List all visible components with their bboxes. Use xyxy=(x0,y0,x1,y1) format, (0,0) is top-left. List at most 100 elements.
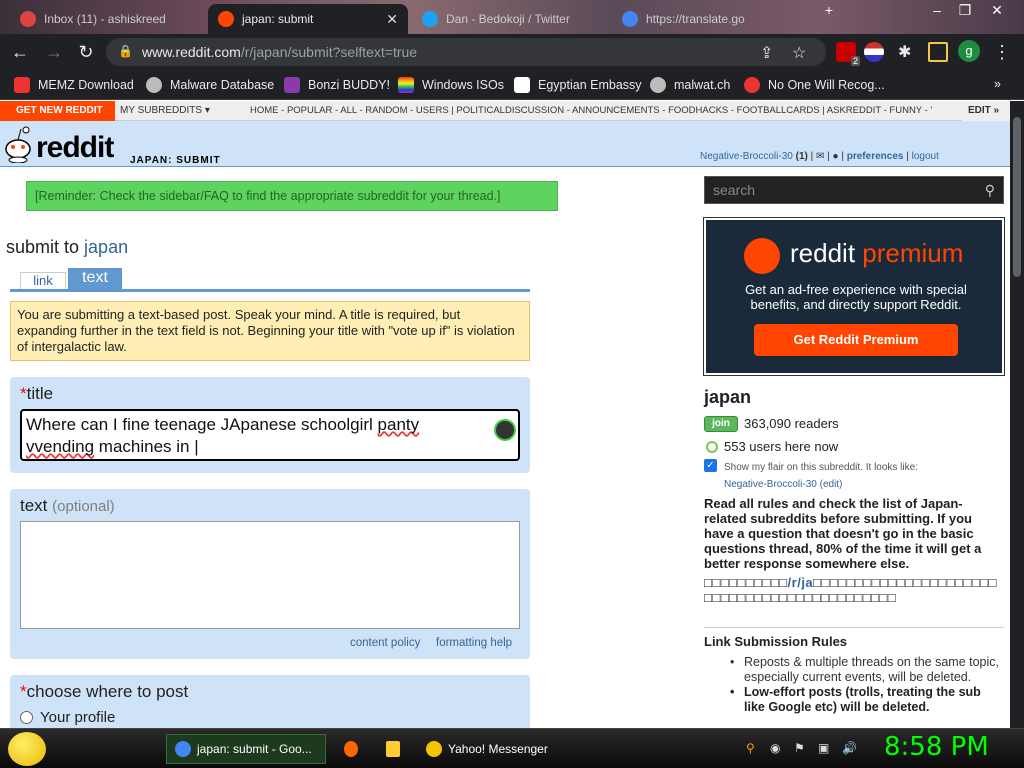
premium-ad: reddit premium Get an ad-free experience… xyxy=(703,217,1005,376)
folder-icon xyxy=(386,741,400,757)
tab-translate[interactable]: https://translate.go xyxy=(612,4,808,34)
preferences-link[interactable]: preferences xyxy=(847,151,904,162)
taskbar-firefox[interactable] xyxy=(336,734,364,764)
online-indicator-icon xyxy=(706,441,718,453)
tab-label: Dan - Bedokoji / Twitter xyxy=(446,12,570,26)
subreddit-list[interactable]: HOME - POPULAR - ALL - RANDOM - USERS | … xyxy=(250,101,960,121)
get-premium-button[interactable]: Get Reddit Premium xyxy=(754,324,958,356)
sidebar-subreddit-title[interactable]: japan xyxy=(704,387,751,408)
taskbar-item-chrome[interactable]: japan: submit - Goo... xyxy=(166,734,326,764)
snoo-logo-icon[interactable] xyxy=(4,125,32,164)
scrollbar-thumb[interactable] xyxy=(1013,117,1021,277)
ublock-extension-icon[interactable]: 2 xyxy=(836,42,860,66)
reader-count: 363,090 readers xyxy=(744,416,839,431)
list-item: • Low-effort posts (trolls, treating the … xyxy=(730,685,981,714)
reddit-icon xyxy=(218,11,234,27)
bookmark-egyptian-embassy[interactable]: Egyptian Embassy xyxy=(514,77,642,93)
tray-app-icon[interactable]: ◉ xyxy=(770,741,784,755)
premium-snoo-icon xyxy=(744,238,780,274)
bookmark-no-one[interactable]: No One Will Recog... xyxy=(744,77,885,93)
youtube-icon xyxy=(744,77,760,93)
grammar-check-icon[interactable] xyxy=(494,419,516,441)
text-section: text (optional) content policy formattin… xyxy=(10,489,530,659)
title-section: *title Where can I fine teenage JApanese… xyxy=(10,377,530,473)
sidebar-missing-glyphs: □□□□□□□□□□/r/ja□□□□□□□□□□□□□□□□□□□□□□□□□… xyxy=(704,575,997,605)
forward-button[interactable]: → xyxy=(42,40,66,64)
tab-twitter[interactable]: Dan - Bedokoji / Twitter xyxy=(412,4,608,34)
new-tab-button[interactable]: + xyxy=(816,2,842,18)
flair-preview: Negative-Broccoli-30 (edit) xyxy=(724,479,843,490)
reminder-banner: [Reminder: Check the sidebar/FAQ to find… xyxy=(26,181,558,211)
yahoo-smiley-icon xyxy=(426,741,442,757)
tab-japan-submit[interactable]: japan: submit ✕ xyxy=(208,4,408,34)
your-profile-radio[interactable] xyxy=(20,711,33,724)
my-subreddits-dropdown[interactable]: MY SUBREDDITS ▾ xyxy=(120,101,210,121)
network-tray-icon[interactable]: ▣ xyxy=(818,741,832,755)
bookmark-bonzi[interactable]: Bonzi BUDDY! xyxy=(284,77,390,93)
close-window-button[interactable]: ✕ xyxy=(984,2,1010,19)
tab-underline xyxy=(10,289,530,292)
bookmark-memz[interactable]: MEMZ Download xyxy=(14,77,134,93)
formatting-help-link[interactable]: formatting help xyxy=(436,637,512,649)
user-box: Negative-Broccoli-30 (1) | ✉ | ● | prefe… xyxy=(700,151,939,162)
restore-button[interactable]: ❐ xyxy=(952,2,978,19)
tab-inbox[interactable]: Inbox (11) - ashiskreed xyxy=(10,4,206,34)
edit-subreddits-link[interactable]: EDIT » xyxy=(962,101,1010,121)
bookmarks-bar: MEMZ Download Malware Database Bonzi BUD… xyxy=(0,70,1024,100)
minimize-button[interactable]: – xyxy=(924,2,950,18)
text-body-input[interactable] xyxy=(20,521,520,629)
mail-icon[interactable]: ✉ xyxy=(816,151,824,162)
extensions-puzzle-icon[interactable]: ✱ xyxy=(898,42,918,62)
extension-badge: 2 xyxy=(850,56,860,66)
tab-link[interactable]: link xyxy=(20,272,66,290)
bookmarks-overflow-button[interactable]: » xyxy=(994,77,1001,91)
close-tab-icon[interactable]: ✕ xyxy=(386,11,398,28)
flair-text: Show my flair on this subreddit. It look… xyxy=(724,462,918,473)
tab-text[interactable]: text xyxy=(68,268,122,290)
wix-icon xyxy=(514,77,530,93)
subreddit-link[interactable]: /r/ja xyxy=(788,575,814,590)
subreddit-link[interactable]: japan xyxy=(84,237,128,257)
taskbar-explorer[interactable] xyxy=(378,734,406,764)
side-panel-icon[interactable] xyxy=(928,42,948,62)
bookmark-malware-db[interactable]: Malware Database xyxy=(146,77,274,93)
username-link[interactable]: Negative-Broccoli-30 xyxy=(700,151,793,162)
reddit-wordmark[interactable]: reddit xyxy=(36,131,114,165)
text-post-info: You are submitting a text-based post. Sp… xyxy=(10,301,530,361)
subreddit-bar: GET NEW REDDIT MY SUBREDDITS ▾ HOME - PO… xyxy=(0,101,1010,121)
menu-dots-icon[interactable]: ⋮ xyxy=(990,40,1014,64)
text-label: text (optional) xyxy=(20,496,115,515)
edit-flair-link[interactable]: (edit) xyxy=(820,479,843,490)
page-scrollbar[interactable] xyxy=(1010,101,1024,728)
bookmark-malwatch[interactable]: malwat.ch xyxy=(650,77,730,93)
reddit-header: reddit JAPAN: SUBMIT Negative-Broccoli-3… xyxy=(0,121,1010,167)
clock[interactable]: 8:58 PM xyxy=(884,732,989,762)
globe-icon xyxy=(146,77,162,93)
share-icon[interactable]: ⇪ xyxy=(760,43,773,63)
profile-avatar[interactable]: g xyxy=(958,40,980,62)
search-icon[interactable]: ⚲ xyxy=(985,182,995,199)
title-input[interactable]: Where can I fine teenage JApanese school… xyxy=(20,409,520,461)
rules-list: • Reposts & multiple threads on the same … xyxy=(730,655,1000,715)
taskbar-item-yahoo[interactable]: Yahoo! Messenger xyxy=(418,734,576,764)
bookmark-star-icon[interactable]: ☆ xyxy=(792,43,806,63)
show-flair-checkbox[interactable]: ✓ xyxy=(704,459,717,472)
chat-icon[interactable]: ● xyxy=(833,151,839,162)
content-policy-link[interactable]: content policy xyxy=(350,637,420,649)
volume-icon[interactable]: 🔊 xyxy=(842,741,857,755)
join-button[interactable]: join xyxy=(704,416,738,432)
start-button-smiley-icon[interactable] xyxy=(8,732,46,766)
bookmark-windows-isos[interactable]: Windows ISOs xyxy=(398,77,504,93)
flag-extension-icon[interactable] xyxy=(864,42,884,62)
address-bar[interactable]: 🔒 www.reddit.com/r/japan/submit?selftext… xyxy=(106,38,826,66)
premium-description: Get an ad-free experience with special b… xyxy=(745,282,967,312)
logout-link[interactable]: logout xyxy=(912,151,939,162)
search-input[interactable]: search ⚲ xyxy=(704,176,1004,204)
back-button[interactable]: ← xyxy=(8,40,32,64)
search-tray-icon[interactable]: ⚲ xyxy=(746,741,760,755)
flag-tray-icon[interactable]: ⚑ xyxy=(794,741,808,755)
get-new-reddit-button[interactable]: GET NEW REDDIT xyxy=(0,101,115,121)
twitter-icon xyxy=(422,11,438,27)
sidebar-description: Read all rules and check the list of Jap… xyxy=(704,496,982,571)
reload-button[interactable]: ↻ xyxy=(74,40,98,64)
